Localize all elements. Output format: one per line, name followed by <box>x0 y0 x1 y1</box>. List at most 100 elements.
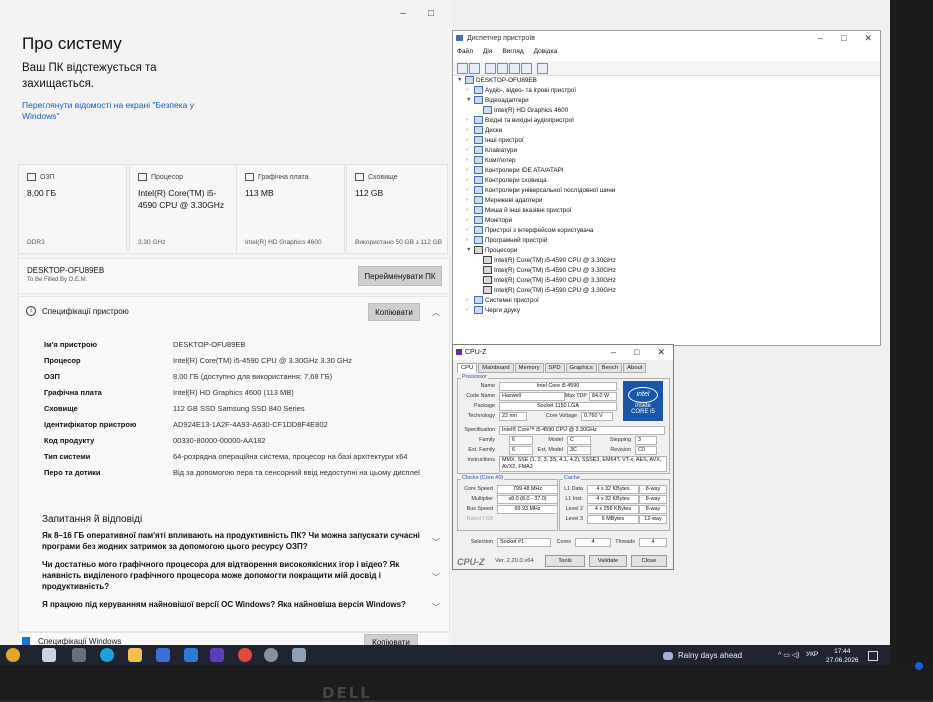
tree-node[interactable]: ▼ DESKTOP-OFU89EB <box>457 76 537 84</box>
collapsed-arrow-icon[interactable]: › <box>466 127 472 133</box>
back-icon[interactable] <box>457 63 468 74</box>
chevron-down-icon[interactable]: ﹀ <box>432 602 440 613</box>
collapsed-arrow-icon[interactable]: › <box>466 297 472 303</box>
expanded-arrow-icon[interactable]: ▼ <box>457 77 463 83</box>
widgets-icon[interactable] <box>6 648 20 662</box>
store-icon[interactable] <box>156 648 170 662</box>
device-manager-taskbar-icon[interactable] <box>292 648 306 662</box>
collapsed-arrow-icon[interactable]: › <box>466 177 472 183</box>
menu-action[interactable]: Дія <box>483 48 492 60</box>
tree-node[interactable]: › Диски <box>466 126 502 134</box>
socket-select[interactable]: Socket #1 <box>497 538 551 547</box>
language-indicator[interactable]: УКР <box>806 651 818 658</box>
maximize-button[interactable]: □ <box>634 347 639 358</box>
close-cpuz-button[interactable]: Close <box>631 555 667 567</box>
monitor-icon[interactable] <box>537 63 548 74</box>
tree-node[interactable]: › Програмний пристрій <box>466 236 547 244</box>
help-icon[interactable] <box>509 63 520 74</box>
chevron-down-icon[interactable]: ﹀ <box>432 572 440 583</box>
chrome-icon[interactable] <box>238 648 252 662</box>
tree-node[interactable]: Intel(R) HD Graphics 4600 <box>475 106 568 114</box>
collapsed-arrow-icon[interactable]: › <box>466 217 472 223</box>
start-icon[interactable] <box>42 648 56 662</box>
tree-node[interactable]: › Системні пристрої <box>466 296 539 304</box>
tree-node[interactable]: Intel(R) Core(TM) i5-4590 CPU @ 3.30GHz <box>475 256 616 264</box>
collapsed-arrow-icon[interactable]: › <box>466 157 472 163</box>
collapsed-arrow-icon[interactable]: › <box>466 187 472 193</box>
qa-item[interactable]: Я працюю під керуванням найновішої версі… <box>42 599 427 610</box>
tree-node[interactable]: › Контролери IDE ATA/ATAPI <box>466 166 564 174</box>
maximize-button[interactable]: □ <box>428 8 434 19</box>
collapsed-arrow-icon[interactable]: › <box>466 87 472 93</box>
tree-node[interactable]: ▼ Процесори <box>466 246 517 254</box>
chevron-down-icon[interactable]: ﹀ <box>432 537 440 548</box>
tray-icons[interactable]: ^ ▭ ◁) <box>778 651 800 659</box>
tree-node[interactable]: › Клавіатури <box>466 146 517 154</box>
collapsed-arrow-icon[interactable]: › <box>466 197 472 203</box>
tree-node[interactable]: › Мережеві адаптери <box>466 196 542 204</box>
tree-node[interactable]: ▼ Відеоадаптери <box>466 96 529 104</box>
tree-node[interactable]: › Миша й інші вказівні пристрої <box>466 206 572 214</box>
collapsed-arrow-icon[interactable]: › <box>466 117 472 123</box>
collapsed-arrow-icon[interactable]: › <box>466 137 472 143</box>
minimize-button[interactable]: – <box>400 8 406 19</box>
tree-node[interactable]: › Черги друку <box>466 306 520 314</box>
close-button[interactable]: ✕ <box>657 347 665 358</box>
minimize-button[interactable]: – <box>818 33 823 44</box>
forward-icon[interactable] <box>469 63 480 74</box>
collapsed-arrow-icon[interactable]: › <box>466 147 472 153</box>
list-icon[interactable] <box>497 63 508 74</box>
qa-item[interactable]: Чи достатньо мого графічного процесора д… <box>42 559 427 592</box>
scan-icon[interactable] <box>521 63 532 74</box>
tab-graphics[interactable]: Graphics <box>565 363 597 373</box>
cpu-z-taskbar-icon[interactable] <box>210 648 224 662</box>
tree-node[interactable]: › Інші пристрої <box>466 136 524 144</box>
tab-spd[interactable]: SPD <box>544 363 565 373</box>
menu-view[interactable]: Вигляд <box>502 48 523 60</box>
device-specs-header[interactable]: Специфікації пристрою <box>42 307 129 316</box>
close-button[interactable]: ✕ <box>864 33 872 44</box>
tab-about[interactable]: About <box>623 363 647 373</box>
tree-node[interactable]: Intel(R) Core(TM) i5-4590 CPU @ 3.30GHz <box>475 266 616 274</box>
collapsed-arrow-icon[interactable]: › <box>466 167 472 173</box>
tree-node[interactable]: › Контролери сховища <box>466 176 547 184</box>
taskview-icon[interactable] <box>72 648 86 662</box>
qa-item[interactable]: Як 8–16 ГБ оперативної пам'яті впливають… <box>42 530 427 552</box>
expanded-arrow-icon[interactable]: ▼ <box>466 97 472 103</box>
tree-node[interactable]: › Монітори <box>466 216 512 224</box>
collapsed-arrow-icon[interactable]: › <box>466 227 472 233</box>
tab-memory[interactable]: Memory <box>514 363 544 373</box>
expanded-arrow-icon[interactable]: ▼ <box>466 247 472 253</box>
tree-node[interactable]: › Вхідні та вихідні аудіопристрої <box>466 116 574 124</box>
tree-node[interactable]: › Контролери універсальної послідовної ши… <box>466 186 615 194</box>
tab-cpu[interactable]: CPU <box>457 363 478 373</box>
mail-icon[interactable] <box>184 648 198 662</box>
chevron-up-icon[interactable]: ︿ <box>432 307 440 318</box>
security-link[interactable]: Переглянути відомості на екрані "Безпека… <box>22 100 202 122</box>
validate-button[interactable]: Validate <box>589 555 627 567</box>
collapsed-arrow-icon[interactable]: › <box>466 207 472 213</box>
notification-icon[interactable] <box>868 651 878 661</box>
file-explorer-icon[interactable] <box>128 648 142 662</box>
tree-node[interactable]: Intel(R) Core(TM) i5-4590 CPU @ 3.30GHz <box>475 286 616 294</box>
collapsed-arrow-icon[interactable]: › <box>466 237 472 243</box>
maximize-button[interactable]: □ <box>841 33 846 44</box>
tab-bench[interactable]: Bench <box>597 363 623 373</box>
properties-icon[interactable] <box>485 63 496 74</box>
copy-specs-button[interactable]: Копіювати <box>368 303 420 321</box>
minimize-button[interactable]: – <box>611 347 616 358</box>
tree-node[interactable]: Intel(R) Core(TM) i5-4590 CPU @ 3.30GHz <box>475 276 616 284</box>
menu-file[interactable]: Файл <box>457 48 473 60</box>
tree-node[interactable]: › Аудіо-, відео- та ігрові пристрої <box>466 86 576 94</box>
menu-help[interactable]: Довідка <box>534 48 557 60</box>
edge-icon[interactable] <box>100 648 114 662</box>
collapsed-arrow-icon[interactable]: › <box>466 307 472 313</box>
tree-node[interactable]: › Пристрої з інтерфейсом користувача <box>466 226 593 234</box>
tools-button[interactable]: Tools <box>545 555 585 567</box>
rename-pc-button[interactable]: Перейменувати ПК <box>358 266 442 286</box>
clock[interactable]: 17:44 27.06.2026 <box>826 647 859 665</box>
weather-widget[interactable]: Rainy days ahead <box>663 651 742 660</box>
tree-node[interactable]: › Комп'ютер <box>466 156 516 164</box>
settings-icon[interactable] <box>264 648 278 662</box>
tab-mainboard[interactable]: Mainboard <box>478 363 514 373</box>
